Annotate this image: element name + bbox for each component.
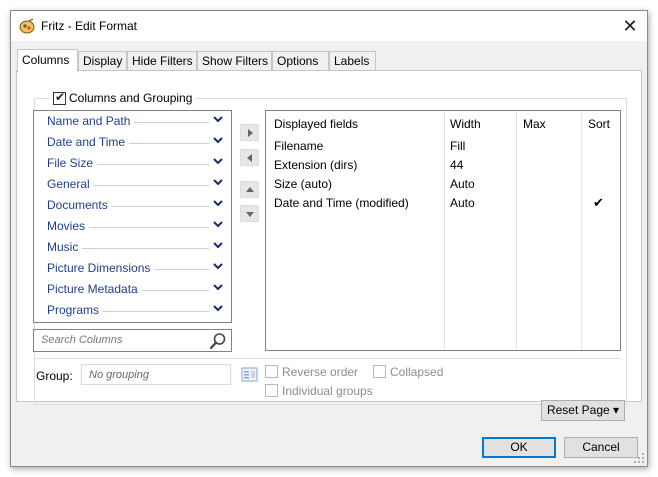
chevron-down-icon[interactable]	[213, 177, 223, 187]
header-displayed-fields[interactable]: Displayed fields	[274, 117, 358, 131]
tab-columns[interactable]: Columns	[17, 49, 78, 72]
category-label: General	[47, 177, 94, 191]
field-name: Extension (dirs)	[274, 158, 358, 172]
search-columns-input[interactable]: Search Columns	[33, 329, 232, 352]
category-label: Picture Metadata	[47, 282, 142, 296]
arrow-down-icon	[246, 212, 254, 217]
field-name: Filename	[274, 139, 324, 153]
tab-display[interactable]: Display	[78, 51, 127, 71]
reset-page-button[interactable]: Reset Page ▾	[541, 400, 625, 421]
category-file-size[interactable]: File Size	[34, 153, 231, 174]
field-name: Date and Time (modified)	[274, 196, 409, 210]
move-up-button[interactable]	[240, 181, 259, 198]
title-bar: Fritz - Edit Format ✕	[11, 11, 647, 41]
add-column-button[interactable]	[240, 124, 259, 141]
fritz-app-icon	[19, 18, 35, 34]
move-down-button[interactable]	[240, 205, 259, 222]
cancel-button[interactable]: Cancel	[564, 437, 638, 458]
category-documents[interactable]: Documents	[34, 195, 231, 216]
displayed-fields-table[interactable]: Displayed fields Width Max Sort Filename…	[265, 110, 621, 351]
category-picture-dimensions[interactable]: Picture Dimensions	[34, 258, 231, 279]
category-label: Name and Path	[47, 114, 135, 128]
tab-labels[interactable]: Labels	[329, 51, 376, 71]
tab-hide-filters[interactable]: Hide Filters	[127, 51, 197, 71]
chevron-down-icon[interactable]	[213, 156, 223, 166]
category-label: Picture Dimensions	[47, 261, 155, 275]
category-label: File Size	[47, 156, 98, 170]
chevron-down-icon[interactable]	[213, 261, 223, 271]
arrow-right-icon	[248, 129, 253, 137]
magnifier-icon[interactable]	[209, 332, 227, 350]
checkmark-icon: ✔	[55, 90, 66, 104]
category-label: Date and Time	[47, 135, 130, 149]
column-divider	[444, 111, 445, 350]
chevron-down-icon[interactable]	[213, 114, 223, 124]
tab-options[interactable]: Options	[272, 51, 329, 71]
chevron-down-icon[interactable]	[213, 198, 223, 208]
reverse-order-label: Reverse order	[282, 365, 359, 379]
category-picture-metadata[interactable]: Picture Metadata	[34, 279, 231, 300]
resize-grip-icon[interactable]	[633, 452, 645, 464]
columns-tab-panel: Columns and Grouping ✔ Name and Path Dat…	[16, 70, 642, 405]
grouping-placeholder: No grouping	[89, 369, 149, 381]
category-programs[interactable]: Programs	[34, 300, 231, 321]
columns-grouping-label: Columns and Grouping	[69, 91, 193, 105]
edit-grouping-icon[interactable]	[241, 366, 258, 383]
chevron-down-icon[interactable]	[213, 282, 223, 292]
chevron-down-icon[interactable]	[213, 135, 223, 145]
column-divider	[581, 111, 582, 350]
search-placeholder: Search Columns	[41, 334, 123, 346]
category-label: Programs	[47, 303, 104, 317]
ok-button[interactable]: OK	[482, 437, 556, 458]
reverse-order-checkbox[interactable]	[265, 365, 278, 378]
category-date-and-time[interactable]: Date and Time	[34, 132, 231, 153]
columns-grouping-legend: Columns and Grouping	[50, 91, 196, 105]
chevron-down-icon[interactable]	[213, 303, 223, 313]
close-button[interactable]: ✕	[613, 11, 647, 41]
header-max[interactable]: Max	[523, 117, 546, 131]
separator	[35, 358, 621, 359]
field-width: Auto	[450, 177, 475, 191]
field-width: Fill	[450, 139, 466, 153]
category-music[interactable]: Music	[34, 237, 231, 258]
window-title: Fritz - Edit Format	[41, 19, 138, 33]
edit-format-dialog: Fritz - Edit Format ✕ Columns Display Hi…	[10, 10, 648, 467]
tab-show-filters[interactable]: Show Filters	[197, 51, 272, 71]
chevron-down-icon[interactable]	[213, 240, 223, 250]
field-width: 44	[450, 158, 464, 172]
category-label: Music	[47, 240, 83, 254]
chevron-down-icon[interactable]	[213, 219, 223, 229]
category-movies[interactable]: Movies	[34, 216, 231, 237]
column-divider	[516, 111, 517, 350]
arrow-up-icon	[246, 187, 254, 192]
collapsed-label: Collapsed	[390, 365, 444, 379]
header-width[interactable]: Width	[450, 117, 481, 131]
header-sort[interactable]: Sort	[588, 117, 610, 131]
column-category-list[interactable]: Name and Path Date and Time File Size Ge…	[33, 110, 232, 323]
group-label: Group:	[36, 369, 73, 383]
field-width: Auto	[450, 196, 475, 210]
individual-groups-checkbox[interactable]	[265, 384, 278, 397]
arrow-left-icon	[247, 154, 252, 162]
grouping-field[interactable]: No grouping	[81, 364, 231, 385]
category-general[interactable]: General	[34, 174, 231, 195]
category-label: Movies	[47, 219, 90, 233]
category-label: Documents	[47, 198, 112, 212]
columns-grouping-checkbox[interactable]: ✔	[53, 90, 66, 105]
category-name-and-path[interactable]: Name and Path	[34, 111, 231, 132]
collapsed-checkbox[interactable]	[373, 365, 386, 378]
individual-groups-label: Individual groups	[282, 384, 373, 398]
sort-checkmark-icon[interactable]: ✔	[593, 195, 604, 211]
remove-column-button[interactable]	[240, 149, 259, 166]
field-name: Size (auto)	[274, 177, 333, 191]
